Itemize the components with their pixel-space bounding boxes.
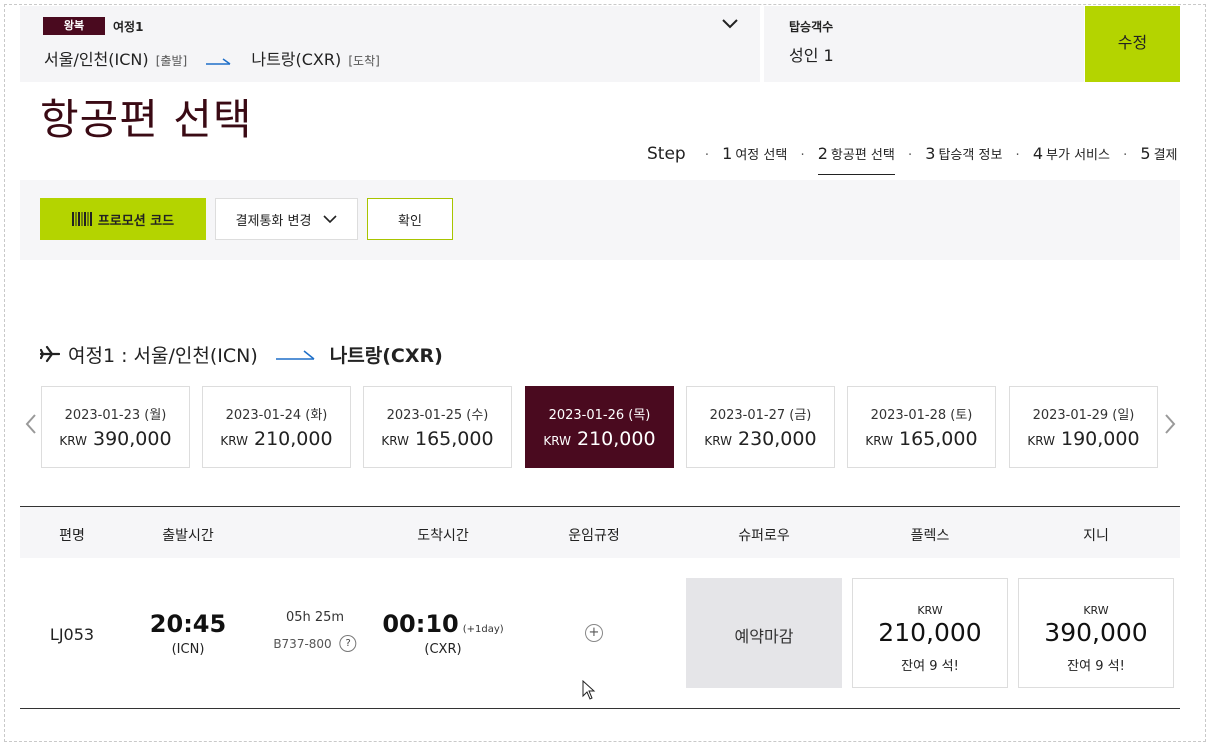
route-arrow-icon [206,57,231,65]
step-2-active: 2 항공편 선택 [817,144,895,175]
header-arrival: 도착시간 [417,528,469,544]
departure-time-block: 20:45 (ICN) [150,610,226,657]
flight-row: LJ053 20:45 (ICN) 05h 25m B737-800 ? 00:… [20,558,1180,709]
date-card[interactable]: 2023-01-28 (토) KRW 165,000 [847,386,996,468]
date-label: 2023-01-23 (월) [64,408,167,423]
sold-out-label: 예약마감 [734,627,794,646]
flight-duration: 05h 25m [285,610,345,625]
chevron-right-icon[interactable] [1163,412,1177,436]
chevron-left-icon[interactable] [24,412,38,436]
itinerary-destination: 나트랑(CXR) [329,344,443,367]
fare-option-super-low: 예약마감 [686,578,842,688]
date-label: 2023-01-28 (토) [870,408,973,423]
date-label: 2023-01-29 (일) [1032,408,1135,423]
step-indicator: Step · 1 여정 선택 · 2 항공편 선택 · 3 탑승객 정보 · 4 부가 … [647,144,1177,182]
step-separator: · [1015,148,1020,163]
mouse-cursor-icon [582,680,596,700]
trip-summary[interactable]: 왕복 여정1 서울/인천(ICN) [출발] 나트랑(CXR) [도착] [20,6,762,82]
header-fare-rules: 운임규정 [568,528,620,544]
flight-number: LJ053 [49,625,95,644]
header-departure: 출발시간 [162,528,214,544]
date-label: 2023-01-27 (금) [709,408,812,423]
fare-amount: 390,000 [1044,618,1148,647]
header-super-low: 슈퍼로우 [738,528,790,544]
step-4: 4 부가 서비스 [1032,144,1110,163]
origin-tag: [출발] [155,54,188,68]
aircraft-type: B737-800 [273,636,332,651]
seats-remaining: 잔여 9 석! [1067,659,1125,674]
fare-currency: KRW [917,604,943,617]
arrival-airport: (CXR) [424,642,462,657]
departure-airport: (ICN) [171,642,205,657]
step-1: 1 여정 선택 [722,144,788,163]
step-3: 3 탑승객 정보 [925,144,1003,163]
step-separator: · [908,148,913,163]
date-label: 2023-01-26 (목) [548,408,651,423]
edit-button[interactable]: 수정 [1085,6,1180,82]
step-title: Step [647,144,686,164]
help-icon[interactable]: ? [339,635,357,652]
fare-option-genie[interactable]: KRW 390,000 잔여 9 석! [1018,578,1174,688]
fare-option-flex[interactable]: KRW 210,000 잔여 9 석! [852,578,1008,688]
aircraft-info: B737-800 ? [273,635,357,652]
step-separator: · [800,148,805,163]
date-card[interactable]: 2023-01-29 (일) KRW 190,000 [1009,386,1158,468]
date-price: KRW 210,000 [220,428,333,450]
date-price: KRW 230,000 [704,428,817,450]
date-price: KRW 165,000 [865,428,978,450]
itinerary-header: 여정1 : 서울/인천(ICN) 나트랑(CXR) [40,340,443,368]
flight-duration-block: 05h 25m B737-800 ? [273,610,357,652]
trip-label: 여정1 [113,20,144,34]
step-separator: · [1123,148,1128,163]
promo-code-button[interactable]: 프로모션 코드 [40,198,206,240]
plus-day-label: (+1day) [462,624,504,635]
destination-tag: [도착] [348,54,380,68]
header-flex: 플렉스 [910,528,950,544]
page-title: 항공편 선택 [40,95,253,144]
fare-rules-plus-icon[interactable]: + [585,624,603,642]
header-flight-no: 편명 [59,528,85,544]
promo-code-label: 프로모션 코드 [97,213,175,229]
passenger-count-label: 탑승객수 [789,20,834,34]
date-price: KRW 210,000 [543,428,656,450]
passenger-count-value: 성인 1 [789,46,834,65]
route-arrow-icon [275,350,315,360]
passenger-summary[interactable]: 탑승객수 성인 1 [764,6,1084,82]
promo-bar: 프로모션 코드 결제통화 변경 확인 [20,180,1180,260]
header-genie: 지니 [1083,528,1109,544]
itinerary-origin: 여정1 : 서울/인천(ICN) [68,344,258,367]
date-card[interactable]: 2023-01-25 (수) KRW 165,000 [363,386,512,468]
date-price: KRW 165,000 [381,428,494,450]
trip-type-badge: 왕복 [43,17,105,35]
step-5: 5 결제 [1140,144,1178,163]
date-card[interactable]: 2023-01-27 (금) KRW 230,000 [686,386,835,468]
date-label: 2023-01-25 (수) [386,408,489,423]
destination-city: 나트랑(CXR) [251,50,342,69]
date-card-selected[interactable]: 2023-01-26 (목) KRW 210,000 [525,386,674,468]
currency-change-dropdown[interactable]: 결제통화 변경 [215,198,358,240]
origin-city: 서울/인천(ICN) [44,50,149,69]
arrival-time-block: 00:10 (+1day) (CXR) [382,610,503,657]
barcode-icon [71,212,92,226]
step-separator: · [704,148,709,163]
airplane-icon [40,345,60,363]
date-price: KRW 190,000 [1027,428,1140,450]
date-card[interactable]: 2023-01-23 (월) KRW 390,000 [41,386,190,468]
route-summary: 서울/인천(ICN) [출발] 나트랑(CXR) [도착] [44,46,380,70]
chevron-down-icon [323,215,338,224]
arrival-time-line: 00:10 (+1day) [382,610,504,638]
chevron-down-icon[interactable] [720,16,740,32]
date-price: KRW 390,000 [59,428,172,450]
confirm-button[interactable]: 확인 [367,198,453,240]
seats-remaining: 잔여 9 석! [901,659,959,674]
date-card[interactable]: 2023-01-24 (화) KRW 210,000 [202,386,351,468]
flight-table-header: 편명 출발시간 도착시간 운임규정 슈퍼로우 플렉스 지니 [20,506,1180,558]
date-label: 2023-01-24 (화) [225,408,328,423]
currency-change-label: 결제통화 변경 [235,213,312,229]
departure-time: 20:45 [149,610,227,638]
booking-summary-bar: 왕복 여정1 서울/인천(ICN) [출발] 나트랑(CXR) [도착] 탑승객… [20,6,1180,82]
fare-currency: KRW [1083,604,1109,617]
fare-amount: 210,000 [878,618,982,647]
